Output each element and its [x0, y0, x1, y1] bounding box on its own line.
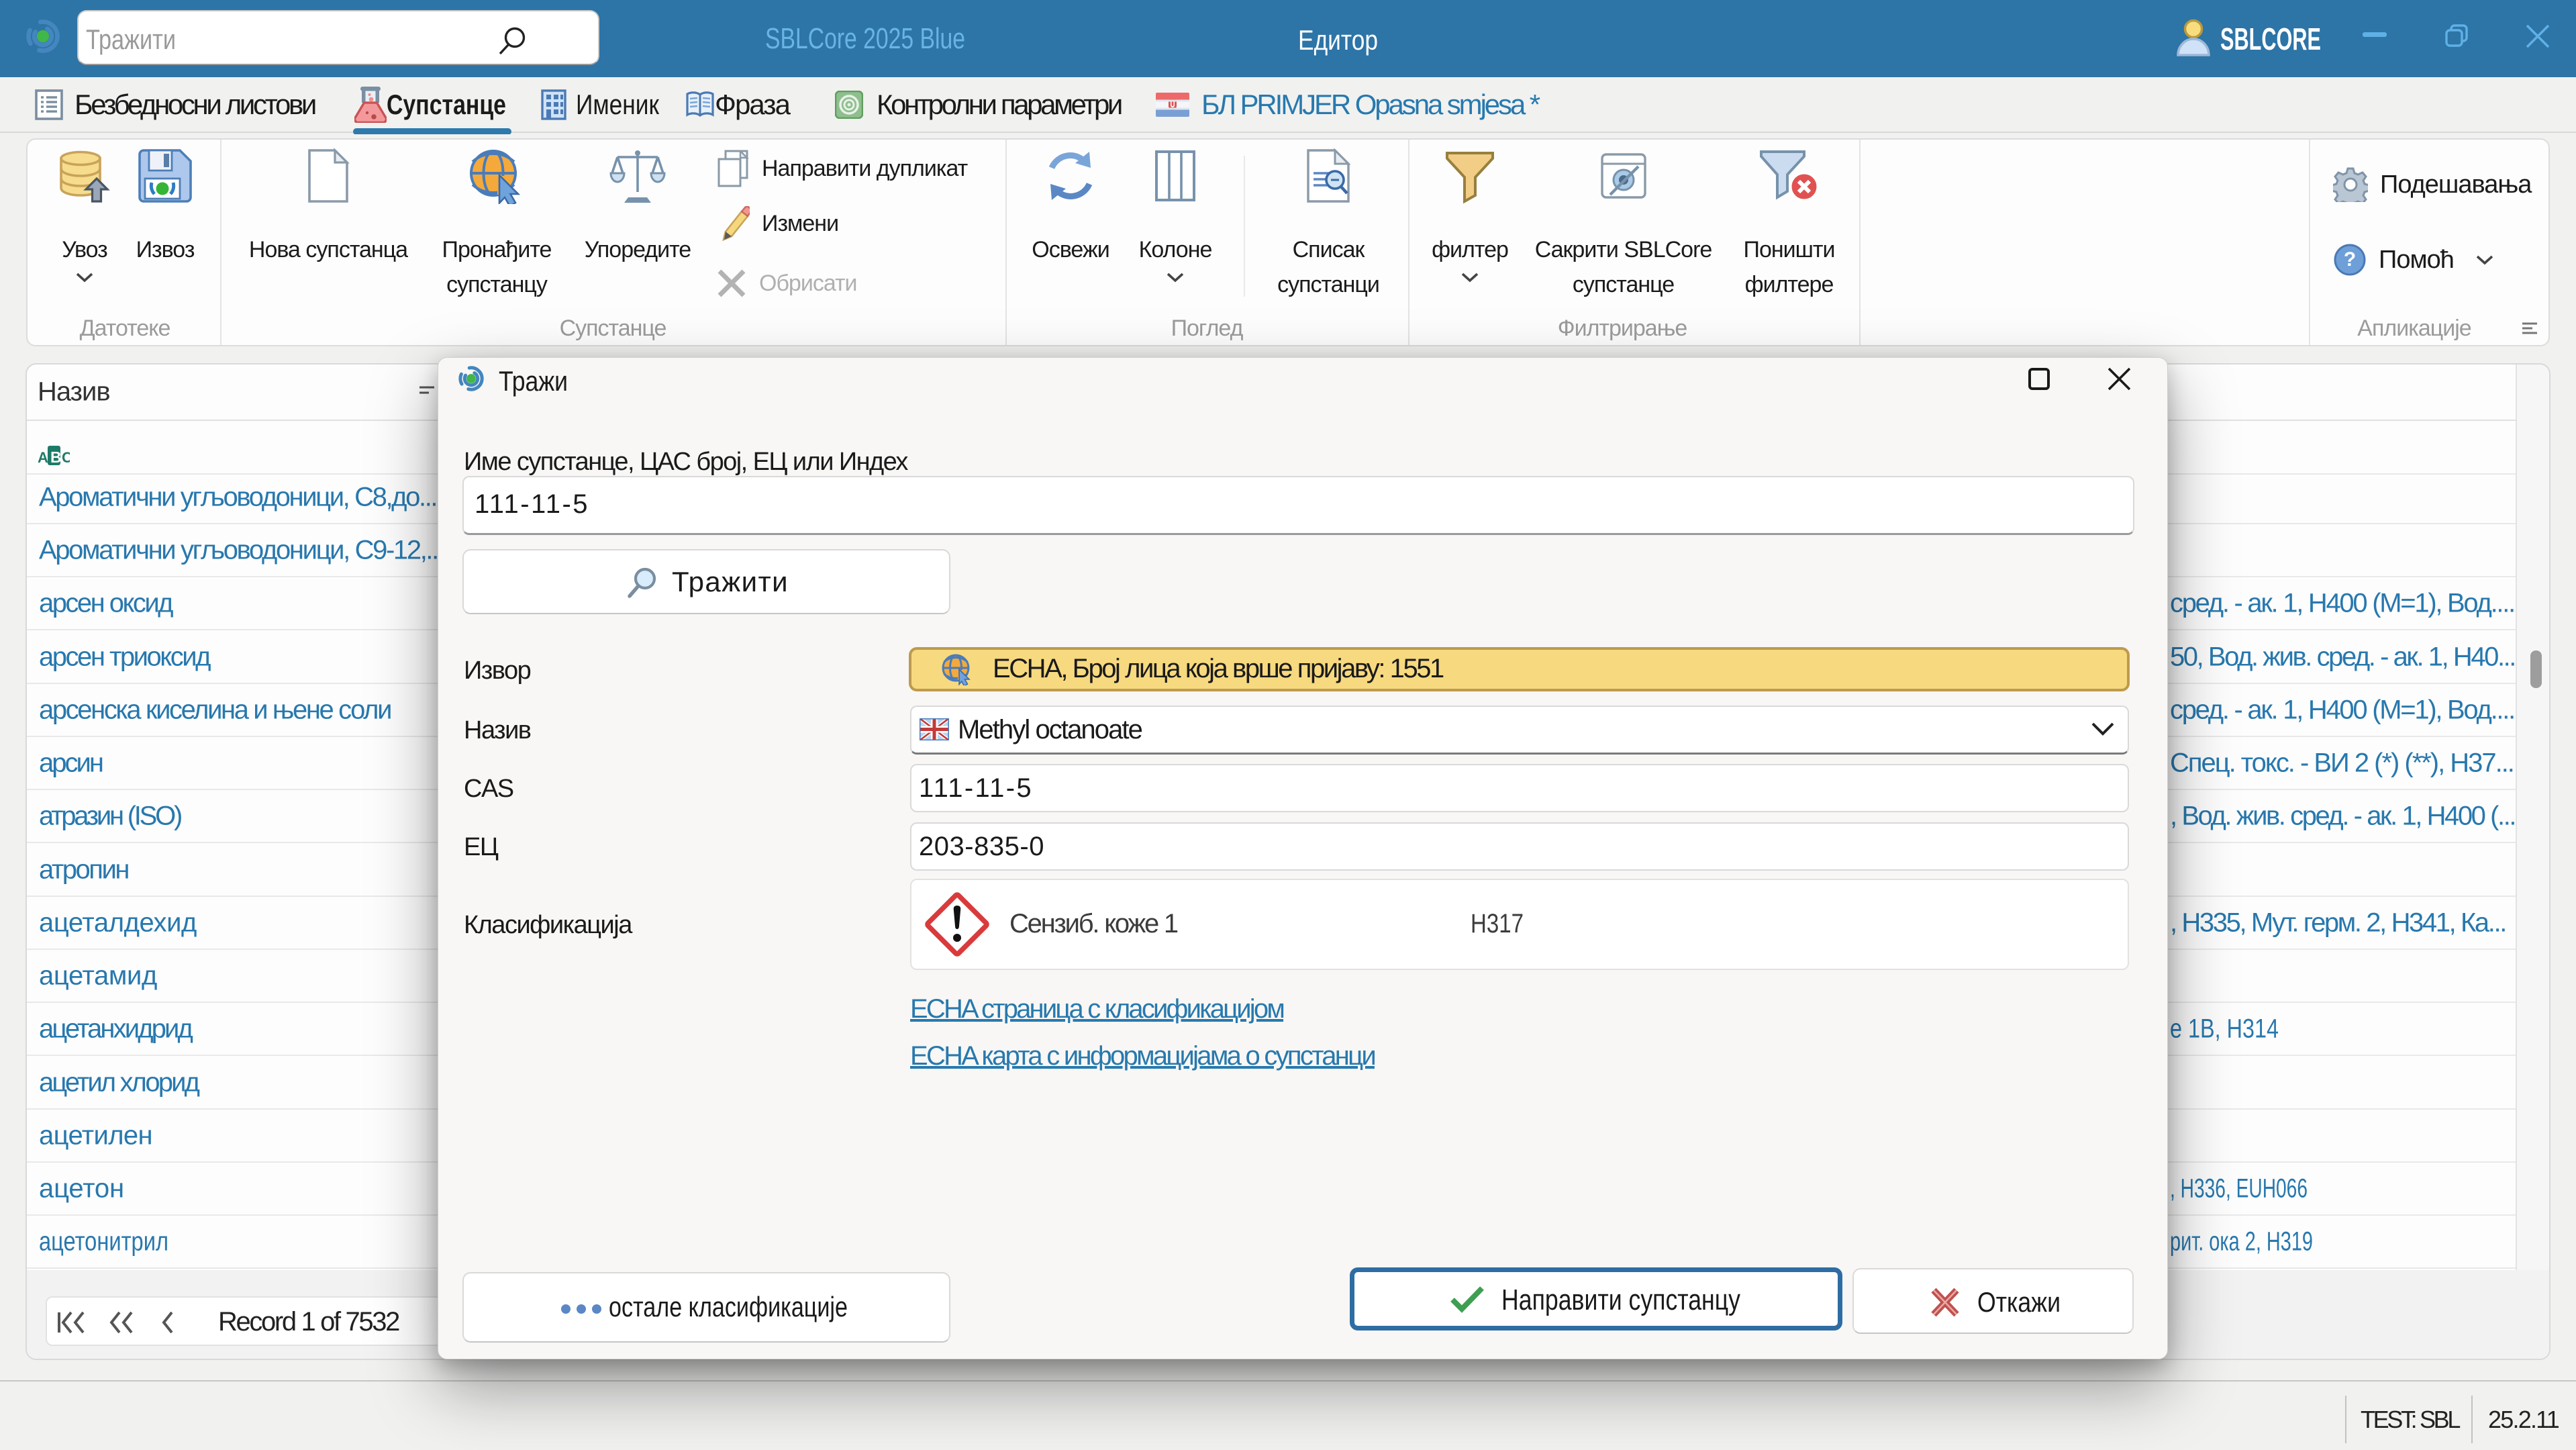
svg-text:?: ?	[2344, 248, 2356, 271]
svg-text:B: B	[50, 448, 62, 466]
svg-text:A: A	[38, 449, 48, 466]
svg-text:C: C	[62, 449, 70, 466]
